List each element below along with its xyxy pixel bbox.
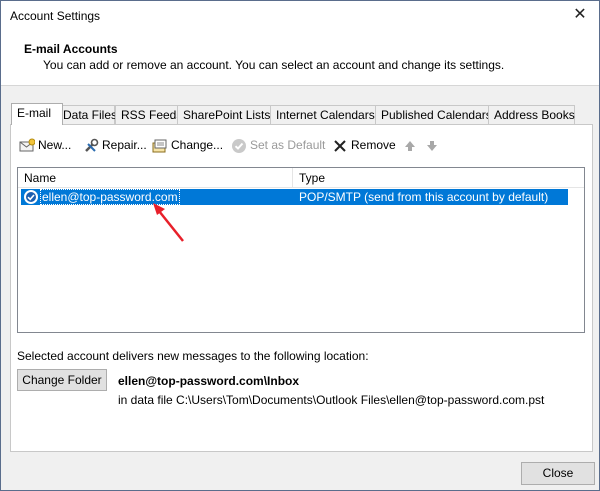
tab-internet-calendars[interactable]: Internet Calendars xyxy=(270,105,376,124)
change-button[interactable]: Change... xyxy=(152,133,223,157)
window-title: Account Settings xyxy=(10,9,101,23)
column-header-name[interactable]: Name xyxy=(24,171,56,185)
change-folder-button[interactable]: Change Folder xyxy=(17,369,107,391)
repair-button[interactable]: Repair... xyxy=(83,133,147,157)
header-divider xyxy=(1,85,599,86)
set-default-label: Set as Default xyxy=(250,138,326,152)
account-type: POP/SMTP (send from this account by defa… xyxy=(299,190,549,204)
new-label: New... xyxy=(38,138,72,152)
list-header: Name Type xyxy=(18,168,584,188)
change-account-icon xyxy=(152,139,167,153)
arrow-up-icon xyxy=(405,140,415,151)
dialog-header: E-mail Accounts You can add or remove an… xyxy=(1,31,599,85)
checkmark-circle-icon xyxy=(232,138,246,153)
tab-data-files[interactable]: Data Files xyxy=(57,105,117,124)
account-settings-dialog: Account Settings ✕ E-mail Accounts You c… xyxy=(0,0,600,491)
close-window-icon[interactable]: ✕ xyxy=(567,3,593,27)
repair-label: Repair... xyxy=(102,138,147,152)
tab-address-books[interactable]: Address Books xyxy=(488,105,575,124)
account-row[interactable]: ellen@top-password.com POP/SMTP (send fr… xyxy=(21,189,568,205)
data-file-path: in data file C:\Users\Tom\Documents\Outl… xyxy=(118,393,545,407)
remove-button[interactable]: Remove xyxy=(332,133,396,157)
new-account-button[interactable]: New... xyxy=(19,133,71,157)
tab-published-calendars[interactable]: Published Calendars xyxy=(375,105,492,124)
delivery-folder-path: ellen@top-password.com\Inbox xyxy=(118,374,300,388)
change-label: Change... xyxy=(171,138,224,152)
column-header-type[interactable]: Type xyxy=(299,171,325,185)
annotation-arrow-icon xyxy=(153,203,184,242)
move-up-button[interactable] xyxy=(402,133,421,157)
wrench-icon xyxy=(85,138,99,152)
close-button[interactable]: Close xyxy=(521,462,595,485)
column-divider[interactable] xyxy=(292,168,293,187)
move-down-button[interactable] xyxy=(424,133,443,157)
header-title: E-mail Accounts xyxy=(24,42,118,56)
tab-sharepoint-lists[interactable]: SharePoint Lists xyxy=(177,105,275,124)
title-bar: Account Settings ✕ xyxy=(1,1,599,31)
set-default-button[interactable]: Set as Default xyxy=(231,133,325,157)
remove-x-icon xyxy=(334,140,346,152)
new-mail-icon xyxy=(19,138,35,152)
remove-label: Remove xyxy=(351,138,396,152)
delivery-label: Selected account delivers new messages t… xyxy=(17,349,369,363)
default-account-check-icon xyxy=(24,190,38,204)
header-description: You can add or remove an account. You ca… xyxy=(43,58,505,72)
tab-rss-feeds[interactable]: RSS Feeds xyxy=(115,105,183,124)
arrow-down-icon xyxy=(427,140,437,151)
account-list[interactable]: Name Type ellen@top-password.com POP/SMT… xyxy=(17,167,585,333)
tab-email[interactable]: E-mail xyxy=(11,103,63,125)
